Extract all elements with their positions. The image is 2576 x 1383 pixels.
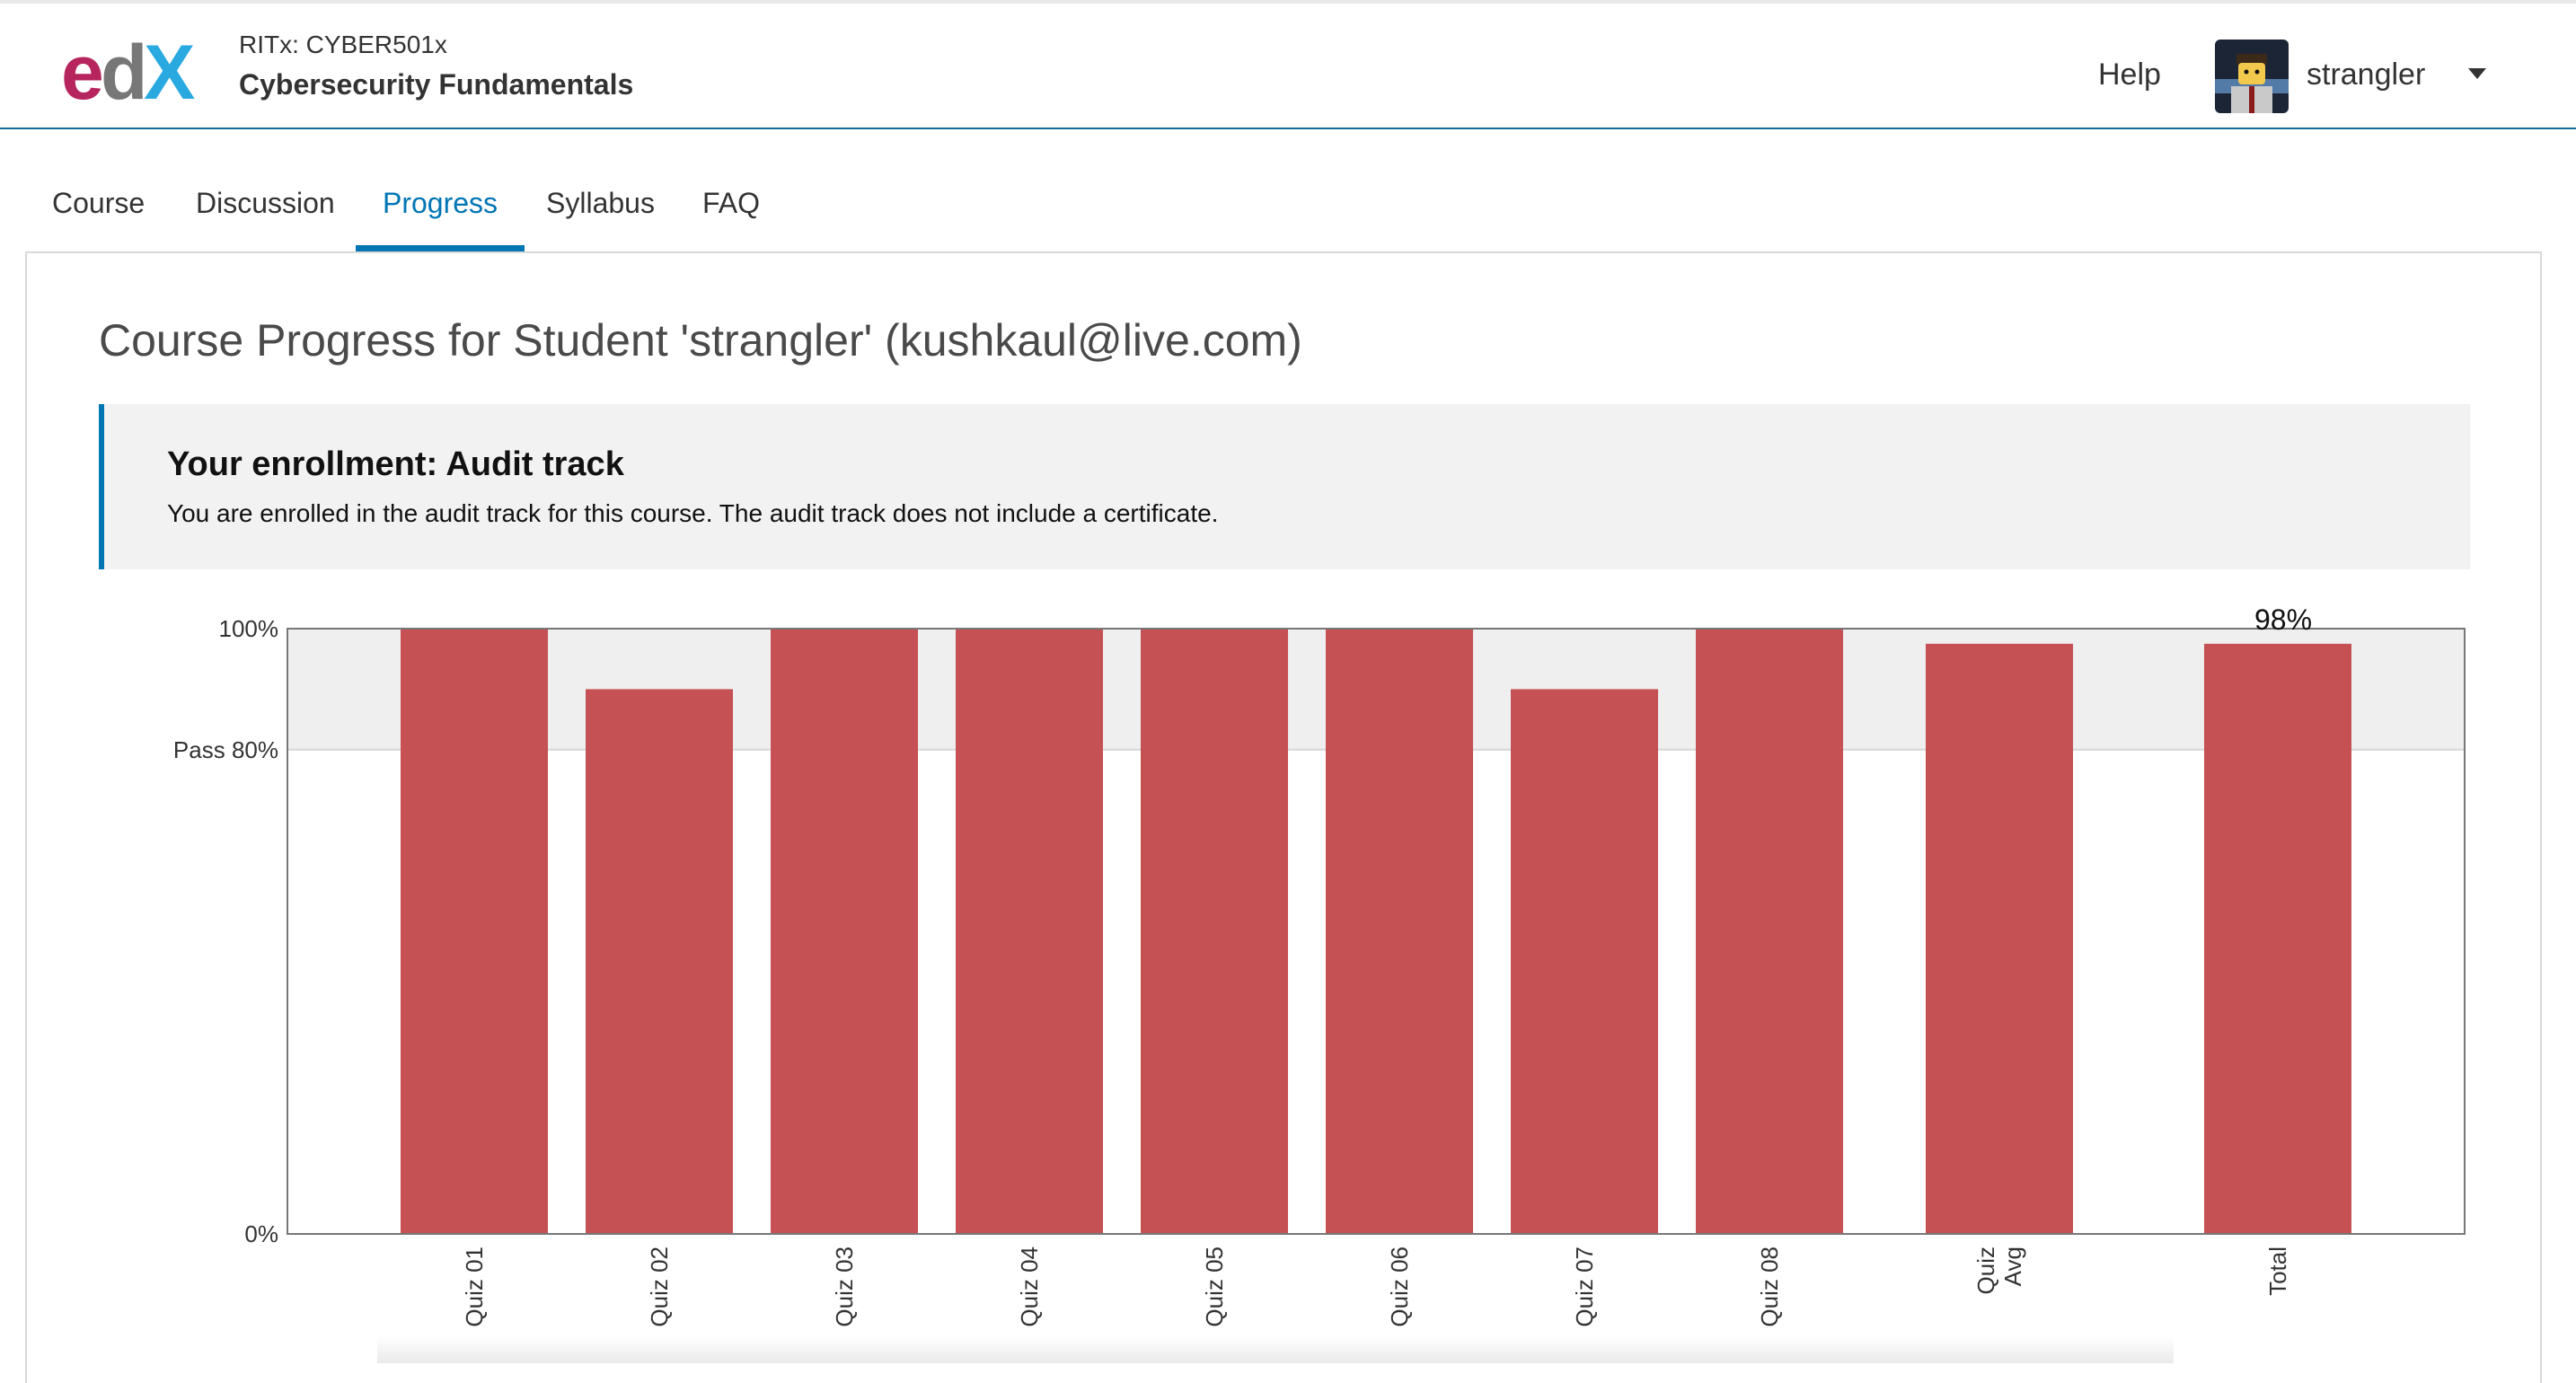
edx-logo[interactable]: e d X <box>59 30 203 116</box>
svg-text:X: X <box>144 31 195 106</box>
chevron-down-icon[interactable] <box>2468 68 2486 79</box>
bottom-shadow <box>377 1336 2174 1363</box>
tab-progress[interactable]: Progress <box>356 171 525 251</box>
enrollment-body: You are enrolled in the audit track for … <box>167 499 1219 527</box>
tab-faq[interactable]: FAQ <box>675 171 787 251</box>
course-name: Cybersecurity Fundamentals <box>239 68 634 101</box>
tab-syllabus[interactable]: Syllabus <box>519 171 682 251</box>
avatar[interactable] <box>2215 40 2289 113</box>
enrollment-message: Your enrollment: Audit track You are enr… <box>99 404 2470 569</box>
enrollment-title: Your enrollment: Audit track <box>167 445 624 483</box>
svg-text:d: d <box>101 31 143 106</box>
tab-discussion[interactable]: Discussion <box>169 171 362 251</box>
user-menu[interactable]: strangler <box>2215 40 2502 115</box>
page-title: Course Progress for Student 'strangler' … <box>99 315 1302 366</box>
tab-course[interactable]: Course <box>25 171 172 251</box>
username[interactable]: strangler <box>2307 57 2425 92</box>
site-header: e d X RITx: CYBER501x Cybersecurity Fund… <box>0 4 2576 129</box>
help-link[interactable]: Help <box>2098 57 2161 92</box>
course-org: RITx: CYBER501x <box>239 31 447 58</box>
svg-text:e: e <box>61 31 101 106</box>
